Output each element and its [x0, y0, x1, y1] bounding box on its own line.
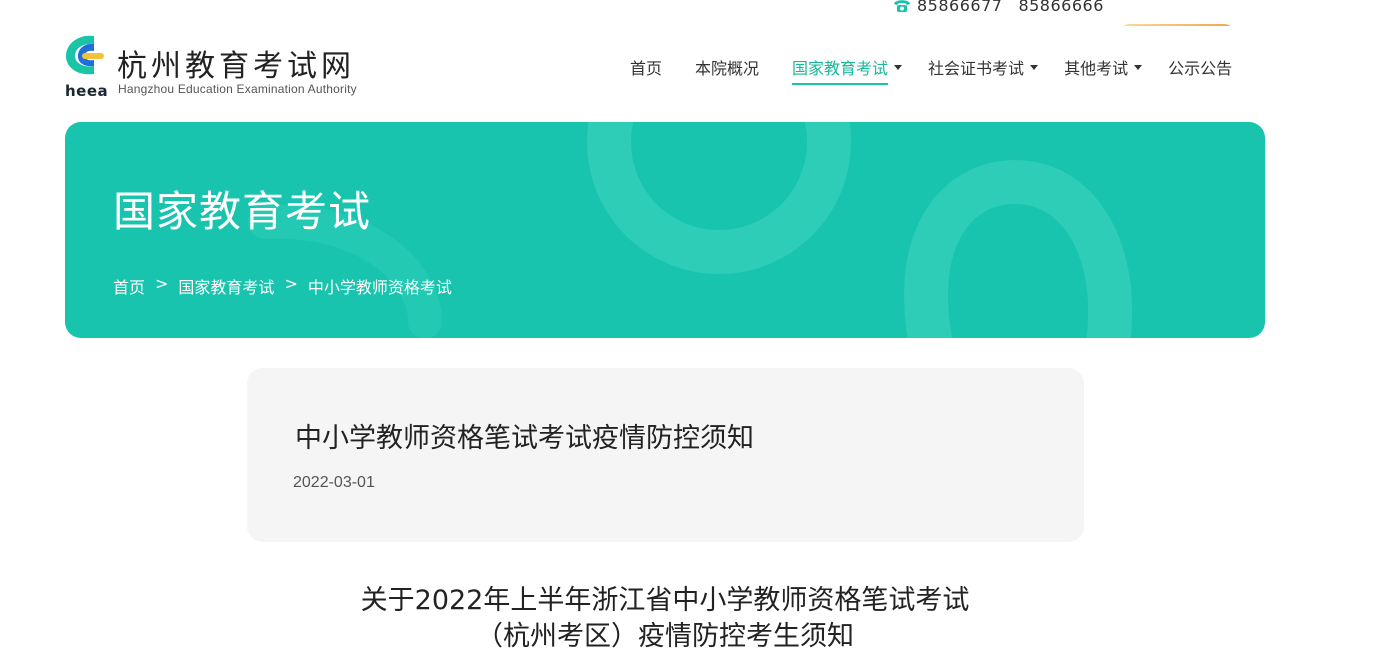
notice-heading-line-1: 关于2022年上半年浙江省中小学教师资格笔试考试 — [360, 585, 970, 616]
breadcrumb-national-exams[interactable]: 国家教育考试 — [178, 274, 274, 298]
nav-item-other-exams[interactable]: 其他考试 — [1064, 52, 1143, 82]
nav-item-announcements[interactable]: 公示公告 — [1168, 52, 1232, 82]
nav-label: 国家教育考试 — [792, 55, 889, 85]
nav-item-about[interactable]: 本院概况 — [695, 52, 759, 82]
phone-icon — [893, 0, 911, 12]
article-date: 2022-03-01 — [293, 474, 375, 491]
logo-chinese-name: 杭州教育考试网 — [117, 49, 355, 84]
nav-item-national-exams[interactable]: 国家教育考试 — [792, 52, 903, 85]
breadcrumb: 首页 > 国家教育考试 > 中小学教师资格考试 — [113, 274, 452, 298]
article-title: 中小学教师资格笔试考试疫情防控须知 — [295, 423, 754, 454]
phone-number-2: 85866666 — [1018, 0, 1104, 15]
caret-down-icon — [1134, 64, 1143, 70]
logo-mark-icon — [66, 35, 104, 75]
nav-item-home[interactable]: 首页 — [630, 52, 662, 82]
nav-label: 首页 — [630, 59, 663, 78]
nav-label: 公示公告 — [1168, 59, 1233, 78]
nav-label: 社会证书考试 — [928, 59, 1025, 78]
caret-down-icon — [894, 64, 903, 70]
breadcrumb-separator: > — [284, 274, 298, 293]
breadcrumb-home[interactable]: 首页 — [113, 274, 145, 298]
site-logo[interactable]: heea 杭州教育考试网 Hangzhou Education Examinat… — [64, 32, 384, 102]
page-banner: 国家教育考试 首页 > 国家教育考试 > 中小学教师资格考试 — [65, 122, 1265, 338]
nav-label: 本院概况 — [695, 59, 760, 78]
breadcrumb-separator: > — [155, 274, 169, 293]
logo-abbr: heea — [65, 82, 109, 100]
site-header: heea 杭州教育考试网 Hangzhou Education Examinat… — [0, 26, 1397, 106]
logo-english-name: Hangzhou Education Examination Authority — [118, 82, 357, 96]
article-header-card: 中小学教师资格笔试考试疫情防控须知 2022-03-01 — [247, 368, 1084, 542]
contact-bar: 85866677 85866666 — [893, 0, 1104, 16]
caret-down-icon — [1030, 64, 1039, 70]
breadcrumb-current[interactable]: 中小学教师资格考试 — [308, 274, 452, 298]
nav-label: 其他考试 — [1064, 59, 1129, 78]
notice-heading-line-2: （杭州考区）疫情防控考生须知 — [476, 621, 854, 652]
main-nav: 首页 本院概况 国家教育考试 社会证书考试 其他考试 公示公告 — [630, 52, 1265, 85]
notice-heading: 关于2022年上半年浙江省中小学教师资格笔试考试 （杭州考区）疫情防控考生须知 — [0, 583, 1330, 655]
phone-number-1: 85866677 — [917, 0, 1003, 15]
banner-title: 国家教育考试 — [113, 187, 372, 236]
nav-item-certificate-exams[interactable]: 社会证书考试 — [928, 52, 1039, 82]
